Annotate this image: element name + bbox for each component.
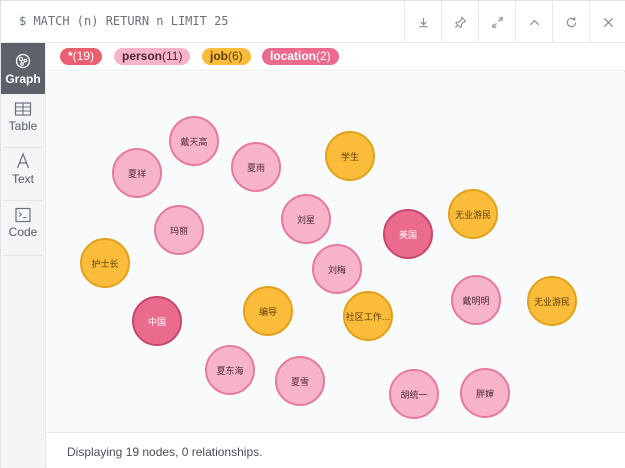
graph-node[interactable]: 夏东海 [205, 345, 255, 395]
graph-canvas[interactable]: 戴天高 夏祥 夏雨 学生 玛丽 刘星 美国 无业游民 护士长 刘梅 戴明明 无业… [47, 72, 625, 432]
query-bar: $ MATCH (n) RETURN n LIMIT 25 [1, 1, 625, 43]
tab-table-label: Table [8, 119, 38, 133]
pin-icon [454, 15, 467, 28]
tab-divider [4, 147, 42, 148]
view-sidebar: Graph Table Text Code [1, 43, 46, 468]
table-icon [14, 102, 32, 116]
label-count: (2) [316, 49, 331, 63]
graph-node[interactable]: 编导 [243, 286, 293, 336]
graph-node[interactable]: 戴明明 [451, 275, 501, 325]
rerun-icon [566, 16, 576, 27]
label-pill-location[interactable]: location(2) [262, 48, 339, 65]
code-icon [15, 207, 31, 223]
graph-node[interactable]: 夏雪 [275, 356, 325, 406]
status-text: Displaying 19 nodes, 0 relationships. [67, 445, 263, 459]
result-frame: $ MATCH (n) RETURN n LIMIT 25 Graph Tabl… [0, 0, 625, 468]
graph-icon [15, 53, 31, 69]
graph-node[interactable]: 无业游民 [448, 189, 498, 239]
frame-toolbar [404, 1, 625, 43]
label-count: (6) [228, 49, 243, 63]
download-button[interactable] [404, 1, 441, 43]
text-icon [16, 152, 30, 169]
download-icon [418, 17, 428, 27]
graph-node[interactable]: 夏祥 [112, 148, 162, 198]
node-labels-bar: *(19) person(11) job(6) location(2) [47, 43, 625, 71]
graph-node[interactable]: 美国 [383, 209, 433, 259]
graph-node[interactable]: 夏雨 [231, 142, 281, 192]
collapse-icon [529, 19, 539, 25]
graph-node[interactable]: 中国 [132, 296, 182, 346]
graph-node[interactable]: 护士长 [80, 238, 130, 288]
close-button[interactable] [589, 1, 625, 43]
graph-node[interactable]: 胖婶 [460, 368, 510, 418]
tab-divider [4, 200, 42, 201]
tab-text-label: Text [11, 172, 34, 186]
label-count: (19) [72, 49, 95, 63]
tab-table[interactable]: Table [1, 101, 45, 147]
graph-node[interactable]: 戴天高 [169, 116, 219, 166]
graph-node[interactable]: 玛丽 [154, 205, 204, 255]
fullscreen-button[interactable] [478, 1, 515, 43]
label-count: (11) [162, 49, 183, 63]
rerun-button[interactable] [552, 1, 589, 43]
pin-button[interactable] [441, 1, 478, 43]
tab-graph-label: Graph [5, 72, 41, 86]
query-text[interactable]: $ MATCH (n) RETURN n LIMIT 25 [19, 14, 229, 28]
graph-node[interactable]: 胡统一 [389, 369, 439, 419]
graph-node[interactable]: 刘星 [281, 194, 331, 244]
close-icon [603, 17, 613, 27]
tab-divider [4, 255, 42, 256]
graph-node[interactable]: 刘梅 [312, 244, 362, 294]
collapse-button[interactable] [515, 1, 552, 43]
graph-node[interactable]: 无业游民 [527, 276, 577, 326]
tab-code-label: Code [8, 225, 38, 239]
tab-code[interactable]: Code [1, 207, 45, 255]
label-name: location [270, 49, 317, 63]
status-bar: Displaying 19 nodes, 0 relationships. [47, 432, 625, 468]
label-pill-job[interactable]: job(6) [202, 48, 251, 65]
tab-text[interactable]: Text [1, 152, 45, 200]
graph-node[interactable]: 学生 [325, 131, 375, 181]
tab-graph[interactable]: Graph [1, 43, 45, 94]
label-name: person [122, 49, 163, 63]
expand-icon [491, 16, 503, 28]
label-name: job [210, 49, 228, 63]
label-pill-person[interactable]: person(11) [114, 48, 191, 65]
label-pill-all[interactable]: *(19) [60, 48, 103, 65]
graph-node[interactable]: 社区工作... [343, 291, 393, 341]
